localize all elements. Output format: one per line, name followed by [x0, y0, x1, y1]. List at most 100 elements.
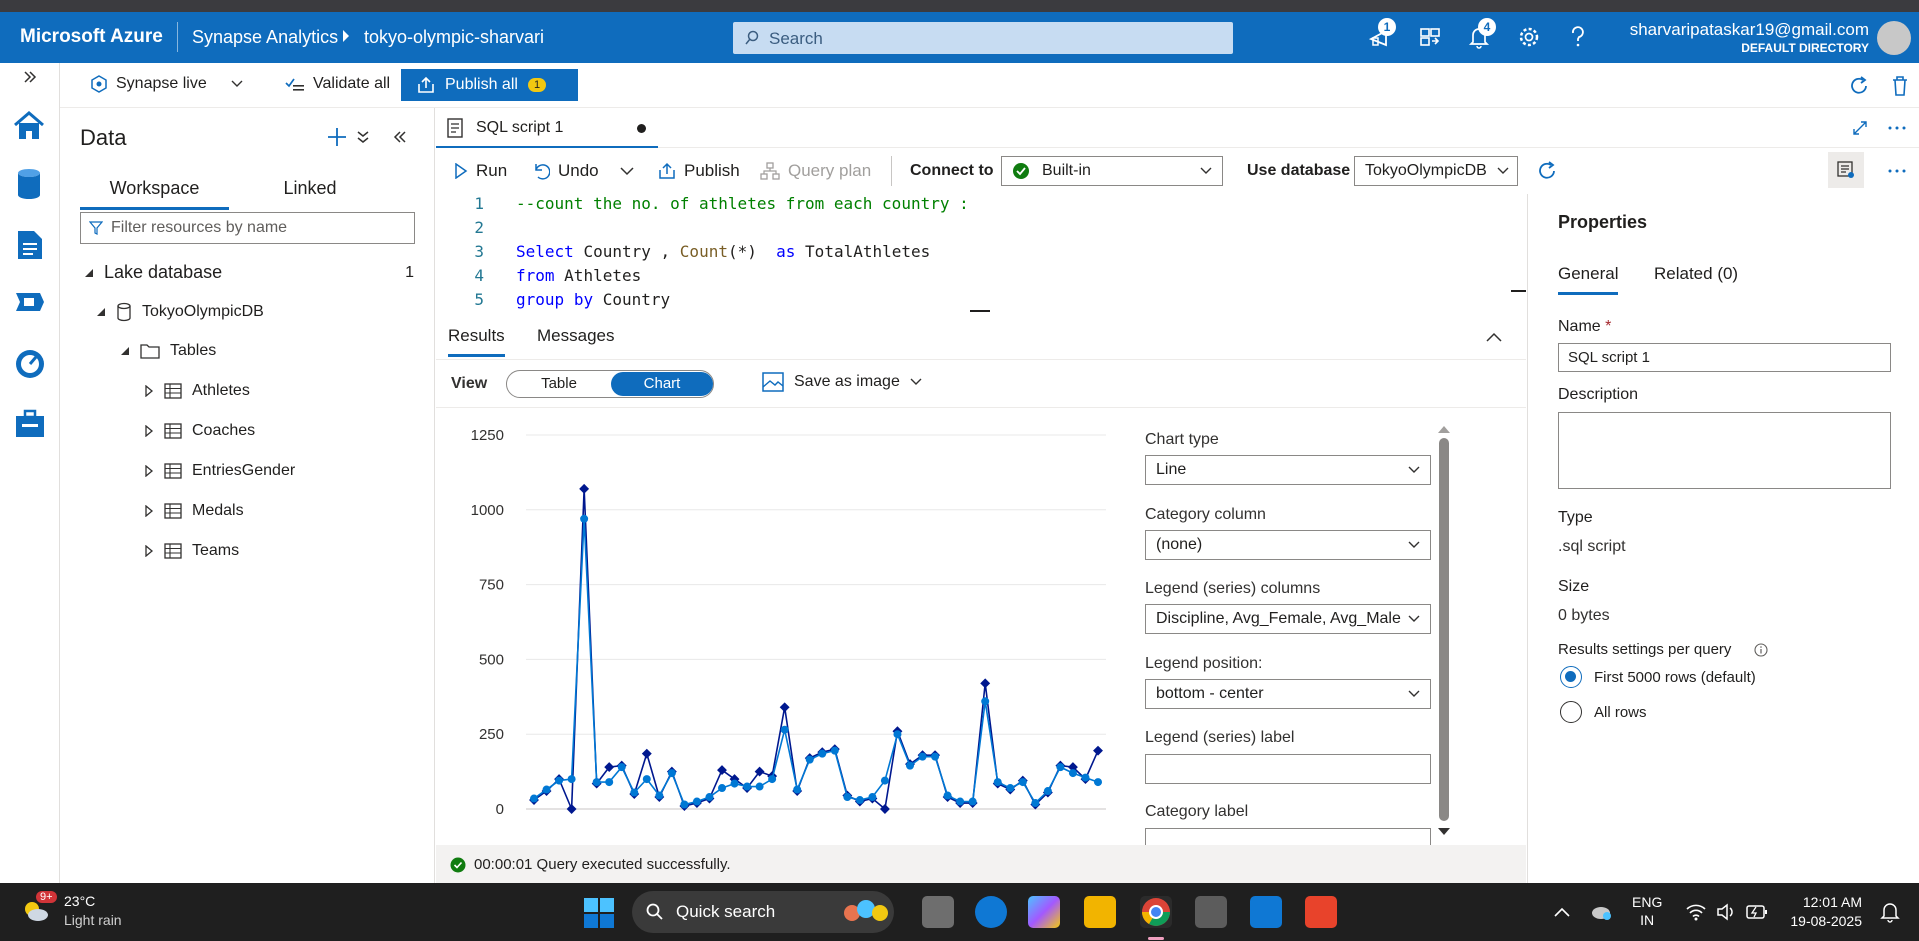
- tree-table-item[interactable]: EntriesGender: [144, 462, 295, 480]
- data-point[interactable]: [893, 730, 902, 739]
- data-point[interactable]: [1031, 799, 1040, 808]
- data-point[interactable]: [980, 678, 991, 689]
- user-account[interactable]: sharvaripataskar19@gmail.com DEFAULT DIR…: [1630, 20, 1869, 55]
- chrome-icon[interactable]: [1140, 896, 1172, 928]
- view-chart-button[interactable]: Chart: [611, 372, 713, 396]
- data-point[interactable]: [1081, 773, 1090, 782]
- refresh-icon[interactable]: [1848, 75, 1870, 97]
- monitor-icon[interactable]: [14, 348, 46, 380]
- windows-start-icon[interactable]: [584, 898, 614, 928]
- weather-widget[interactable]: 9+ 23°C Light rain: [20, 891, 170, 933]
- data-point[interactable]: [843, 793, 852, 802]
- brave-icon[interactable]: [1305, 896, 1337, 928]
- data-point[interactable]: [718, 784, 726, 793]
- data-point[interactable]: [567, 775, 576, 784]
- brand-title[interactable]: Microsoft Azure: [20, 26, 163, 48]
- publish-button[interactable]: Publish: [658, 161, 740, 181]
- script-name-input[interactable]: SQL script 1: [1558, 343, 1891, 372]
- legend-position-dropdown[interactable]: bottom - center: [1145, 679, 1431, 709]
- directory-switch-icon[interactable]: [1418, 25, 1442, 49]
- undo-button[interactable]: Undo: [532, 161, 599, 181]
- data-point[interactable]: [1093, 745, 1103, 756]
- network-cloud-icon[interactable]: [1590, 901, 1612, 921]
- connect-to-dropdown[interactable]: Built-in: [1001, 156, 1223, 186]
- data-point[interactable]: [692, 797, 701, 806]
- data-point[interactable]: [667, 769, 676, 778]
- radio-all-rows[interactable]: All rows: [1560, 701, 1647, 723]
- data-point[interactable]: [993, 778, 1002, 787]
- data-point[interactable]: [730, 779, 739, 788]
- data-point[interactable]: [1018, 778, 1027, 787]
- view-table-button[interactable]: Table: [507, 371, 611, 397]
- integrate-icon[interactable]: [14, 289, 46, 315]
- validate-all-button[interactable]: Validate all: [285, 75, 390, 93]
- language-indicator[interactable]: ENG IN: [1632, 893, 1662, 929]
- tab-workspace[interactable]: Workspace: [80, 170, 229, 210]
- scroll-up-icon[interactable]: [1438, 425, 1450, 433]
- data-point[interactable]: [680, 800, 689, 809]
- refresh-icon[interactable]: [1536, 160, 1558, 182]
- category-column-dropdown[interactable]: (none): [1145, 530, 1431, 560]
- data-point[interactable]: [1094, 778, 1102, 787]
- volume-icon[interactable]: [1716, 903, 1736, 921]
- battery-icon[interactable]: [1746, 904, 1768, 920]
- add-icon[interactable]: [326, 126, 348, 148]
- data-point[interactable]: [918, 752, 927, 761]
- more-options-icon[interactable]: [1888, 126, 1906, 130]
- edge-icon[interactable]: [975, 896, 1007, 928]
- data-point[interactable]: [555, 776, 564, 785]
- tree-table-item[interactable]: Medals: [144, 502, 244, 520]
- category-label-input[interactable]: [1145, 828, 1431, 845]
- settings-scrollbar[interactable]: [1436, 425, 1452, 839]
- data-point[interactable]: [705, 793, 714, 802]
- data-point[interactable]: [779, 702, 790, 713]
- chevron-up-icon[interactable]: [1486, 332, 1502, 342]
- save-as-image-button[interactable]: Save as image: [762, 372, 922, 392]
- notification-center-icon[interactable]: [1880, 901, 1900, 923]
- store-icon[interactable]: [1250, 896, 1282, 928]
- data-point[interactable]: [956, 797, 965, 806]
- develop-icon[interactable]: [16, 229, 44, 261]
- discard-icon[interactable]: [1890, 75, 1910, 97]
- data-point[interactable]: [542, 785, 551, 794]
- tree-lake-database[interactable]: Lake database 1: [84, 262, 414, 283]
- scroll-down-icon[interactable]: [1438, 828, 1450, 836]
- data-point[interactable]: [530, 794, 538, 803]
- data-point[interactable]: [605, 778, 614, 787]
- collapse-panel-icon[interactable]: [393, 130, 407, 144]
- tab-general[interactable]: General: [1558, 264, 1619, 295]
- calculator-icon[interactable]: [1195, 896, 1227, 928]
- data-point[interactable]: [981, 697, 990, 706]
- editor-splitter-handle[interactable]: [970, 310, 990, 312]
- tab-related[interactable]: Related (0): [1654, 264, 1738, 284]
- chevron-up-icon[interactable]: [1554, 907, 1570, 917]
- data-icon[interactable]: [16, 167, 42, 201]
- tree-table-item[interactable]: Athletes: [144, 382, 250, 400]
- expand-rail-icon[interactable]: [22, 69, 38, 85]
- data-point[interactable]: [768, 775, 777, 784]
- tree-tables-folder[interactable]: Tables: [120, 342, 216, 360]
- data-point[interactable]: [755, 782, 764, 791]
- chevron-down-icon[interactable]: [620, 167, 634, 176]
- data-point[interactable]: [1043, 787, 1052, 796]
- more-options-icon[interactable]: [1888, 169, 1906, 173]
- tree-table-item[interactable]: Teams: [144, 542, 239, 560]
- global-search-input[interactable]: Search: [733, 22, 1233, 54]
- data-point[interactable]: [943, 791, 952, 800]
- data-point[interactable]: [592, 778, 601, 787]
- data-point[interactable]: [743, 782, 752, 791]
- taskbar-search[interactable]: Quick search: [632, 891, 894, 933]
- tab-linked[interactable]: Linked: [260, 170, 360, 207]
- data-point[interactable]: [655, 791, 664, 800]
- maximize-icon[interactable]: [1852, 120, 1868, 136]
- data-point[interactable]: [630, 788, 639, 797]
- breadcrumb-service[interactable]: Synapse Analytics: [192, 27, 338, 48]
- use-database-dropdown[interactable]: TokyoOlympicDB: [1354, 156, 1518, 186]
- data-point[interactable]: [818, 749, 827, 758]
- publish-all-button[interactable]: Publish all 1: [401, 69, 578, 101]
- data-point[interactable]: [931, 752, 940, 761]
- data-point[interactable]: [1056, 763, 1065, 772]
- data-point[interactable]: [780, 725, 789, 734]
- sql-code-editor[interactable]: 1 --count the no. of athletes from each …: [436, 194, 1526, 312]
- scrollbar-thumb[interactable]: [1439, 438, 1449, 821]
